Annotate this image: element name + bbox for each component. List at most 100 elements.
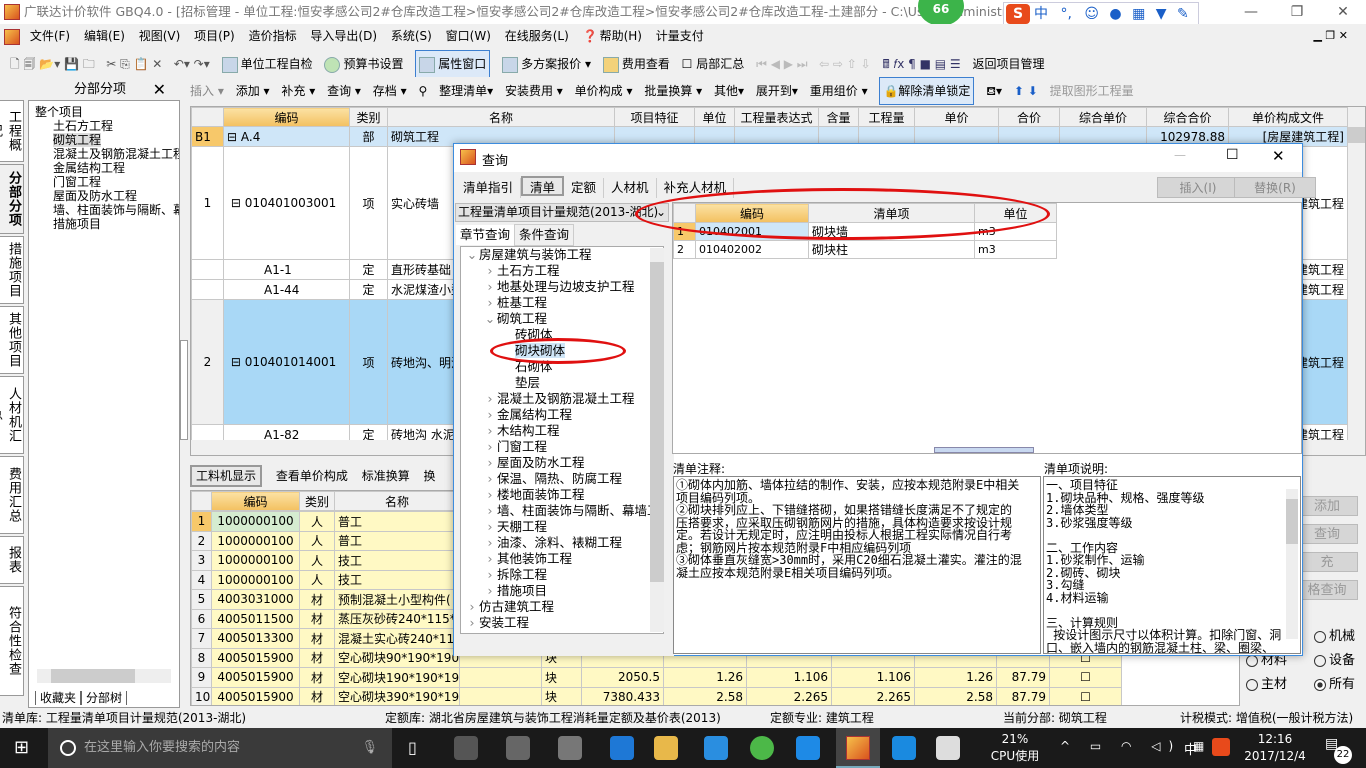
insert-button[interactable]: 插入 ▾ xyxy=(190,78,224,104)
tree-item[interactable]: 混凝土及钢筋混凝土工程 xyxy=(29,147,179,161)
tree-node[interactable]: › 门窗工程 xyxy=(461,439,663,455)
extract-quantity-button[interactable]: 提取图形工程量 xyxy=(1050,78,1134,104)
skin-icon[interactable]: ▼ xyxy=(1156,6,1167,22)
tree-node[interactable]: › 拆除工程 xyxy=(461,567,663,583)
col-unit[interactable]: 单位 xyxy=(694,107,735,127)
tab-standard-convert[interactable]: 标准换算 xyxy=(362,469,410,483)
col-price[interactable]: 单价 xyxy=(914,107,999,127)
menu-view[interactable]: 视图(V) xyxy=(139,29,181,43)
col-total[interactable]: 合价 xyxy=(998,107,1060,127)
tab-labor-material[interactable]: 工料机显示 xyxy=(190,465,263,487)
tree-node[interactable]: › 楼地面装饰工程 xyxy=(461,487,663,503)
query-material-button[interactable]: 查询 xyxy=(1296,524,1358,544)
side-tab-compliance[interactable]: 符合性检查 xyxy=(0,586,24,696)
tree-node[interactable]: ⌄ 房屋建筑与装饰工程 xyxy=(461,247,663,263)
windows-start-icon[interactable]: ⊞ xyxy=(14,737,29,758)
chevron-right-icon[interactable]: › xyxy=(483,535,497,551)
nav-arrows[interactable]: ⏮ ◀ ▶ ⏭ ⇦ ⇨ ⇧ ⇩ xyxy=(756,51,871,77)
dialog-title-bar[interactable]: 查询 — ☐ ✕ xyxy=(454,144,1302,172)
tab-condition-query[interactable]: 条件查询 xyxy=(514,224,575,246)
add-material-button[interactable]: 添加 xyxy=(1296,496,1358,516)
clock[interactable]: 12:16 2017/12/4 xyxy=(1240,731,1310,765)
binoculars-icon[interactable]: ⚲ xyxy=(418,78,427,104)
col-name[interactable]: 名称 xyxy=(387,107,615,127)
col-code[interactable]: 编码 xyxy=(211,491,300,511)
minimize-button[interactable]: — xyxy=(1228,0,1274,24)
chevron-right-icon[interactable]: › xyxy=(465,599,479,615)
chevron-right-icon[interactable]: › xyxy=(483,519,497,535)
side-tab-fee-summary[interactable]: 费用汇总 xyxy=(0,456,24,534)
app-bell-icon[interactable] xyxy=(558,736,582,760)
other-button[interactable]: 其他▾ xyxy=(714,78,744,104)
supplement-material-button[interactable]: 充 xyxy=(1296,552,1358,572)
move-arrows[interactable]: ⬆ ⬇ xyxy=(1014,78,1038,104)
chevron-right-icon[interactable]: › xyxy=(465,615,479,631)
keyboard-icon[interactable]: ▦ xyxy=(1132,6,1145,22)
replace-button[interactable]: 替换(R) xyxy=(1234,177,1316,198)
col-code[interactable]: 编码 xyxy=(223,107,350,127)
tree-node[interactable]: › 土石方工程 xyxy=(461,263,663,279)
menu-window[interactable]: 窗口(W) xyxy=(446,29,491,43)
organize-list-button[interactable]: 整理清单▾ xyxy=(439,78,493,104)
install-fee-button[interactable]: 安装费用 ▾ xyxy=(505,78,563,104)
chevron-right-icon[interactable]: › xyxy=(483,583,497,599)
tree-node[interactable]: › 桩基工程 xyxy=(461,295,663,311)
side-tab-measures[interactable]: 措施项目 xyxy=(0,236,24,304)
fee-view-button[interactable]: 费用查看 xyxy=(602,51,670,77)
tree-node[interactable]: ⌄ 砌筑工程 xyxy=(461,311,663,327)
tree-node[interactable]: › 油漆、涂料、裱糊工程 xyxy=(461,535,663,551)
radio-machine[interactable]: 机械 xyxy=(1314,628,1355,646)
col-comp-price[interactable]: 综合单价 xyxy=(1059,107,1147,127)
menu-import-export[interactable]: 导入导出(D) xyxy=(310,29,377,43)
app-blue-icon[interactable] xyxy=(892,736,916,760)
col-qty[interactable]: 工程量 xyxy=(858,107,915,127)
tree-node[interactable]: › 金属结构工程 xyxy=(461,407,663,423)
glodon-g-icon[interactable] xyxy=(796,736,820,760)
query-button[interactable]: 查询 ▾ xyxy=(327,78,361,104)
menu-help[interactable]: 帮助(H) xyxy=(600,29,642,43)
side-tab-reports[interactable]: 报表 xyxy=(0,536,24,584)
chevron-right-icon[interactable]: › xyxy=(483,279,497,295)
table-row[interactable]: 2 010402002 砌块柱 m3 xyxy=(673,240,1057,259)
tree-node[interactable]: › 混凝土及钢筋混凝土工程 xyxy=(461,391,663,407)
radio-equipment[interactable]: 设备 xyxy=(1314,652,1355,670)
tree-node[interactable]: › 屋面及防水工程 xyxy=(461,455,663,471)
wrench-icon[interactable]: ✎ xyxy=(1177,6,1189,22)
ime-indicator[interactable]: 中 xyxy=(1184,739,1197,758)
description-scrollbar[interactable] xyxy=(1286,489,1298,639)
batch-convert-button[interactable]: 批量换算 ▾ xyxy=(644,78,702,104)
notes-text[interactable]: ①砌体内加筋、墙体拉结的制作、安装，应按本规范附录E中相关 项目编码列项。 ②砌… xyxy=(673,476,1041,654)
chevron-right-icon[interactable]: › xyxy=(483,391,497,407)
side-tab-sections[interactable]: 分部分项 xyxy=(0,164,24,234)
file-explorer-icon[interactable] xyxy=(654,736,678,760)
chevron-right-icon[interactable]: › xyxy=(483,487,497,503)
chapter-tree-vscrollbar[interactable] xyxy=(650,248,664,632)
taskbar-search[interactable]: 在这里输入你要搜索的内容 🎙 xyxy=(48,728,392,768)
chevron-right-icon[interactable]: › xyxy=(483,471,497,487)
menu-project[interactable]: 项目(P) xyxy=(194,29,235,43)
menu-cost-index[interactable]: 造价指标 xyxy=(249,29,297,43)
browser-green-icon[interactable] xyxy=(750,736,774,760)
splitter-handle[interactable] xyxy=(180,340,188,440)
tab-chapter-query[interactable]: 章节查询 xyxy=(456,225,515,245)
chevron-down-icon[interactable]: ⌄ xyxy=(465,247,479,263)
menu-payment[interactable]: 计量支付 xyxy=(656,29,704,43)
partial-summary-checkbox[interactable]: ☐ 局部汇总 xyxy=(682,51,745,77)
file-tools-icons[interactable]: 🗋 🗐 📂▾ 💾 🗀 ✂ ⎘ 📋 ✕ ↶▾ ↷▾ xyxy=(10,51,210,77)
side-tab-overview[interactable]: 工程概况 xyxy=(0,100,24,162)
dialog-close-button[interactable]: ✕ xyxy=(1272,147,1285,165)
supplement-button[interactable]: 补充 ▾ xyxy=(281,78,315,104)
tree-hscrollbar[interactable] xyxy=(37,669,171,683)
tree-node[interactable]: › 木结构工程 xyxy=(461,423,663,439)
multi-quote-button[interactable]: 多方案报价 ▾ xyxy=(502,51,591,77)
tree-item[interactable]: 门窗工程 xyxy=(29,175,179,189)
chevron-right-icon[interactable]: › xyxy=(483,567,497,583)
help-icon[interactable]: ❓ xyxy=(583,29,598,43)
budget-settings-button[interactable]: 预算书设置 xyxy=(324,51,403,77)
restore-button[interactable]: ❐ xyxy=(1274,0,1320,24)
property-window-button[interactable]: 属性窗口 xyxy=(415,50,491,78)
ie-icon[interactable] xyxy=(704,736,728,760)
back-to-project-button[interactable]: 返回项目管理 xyxy=(973,51,1045,77)
cpu-usage[interactable]: 21% CPU使用 xyxy=(985,731,1045,765)
ie-legacy-icon[interactable] xyxy=(506,736,530,760)
